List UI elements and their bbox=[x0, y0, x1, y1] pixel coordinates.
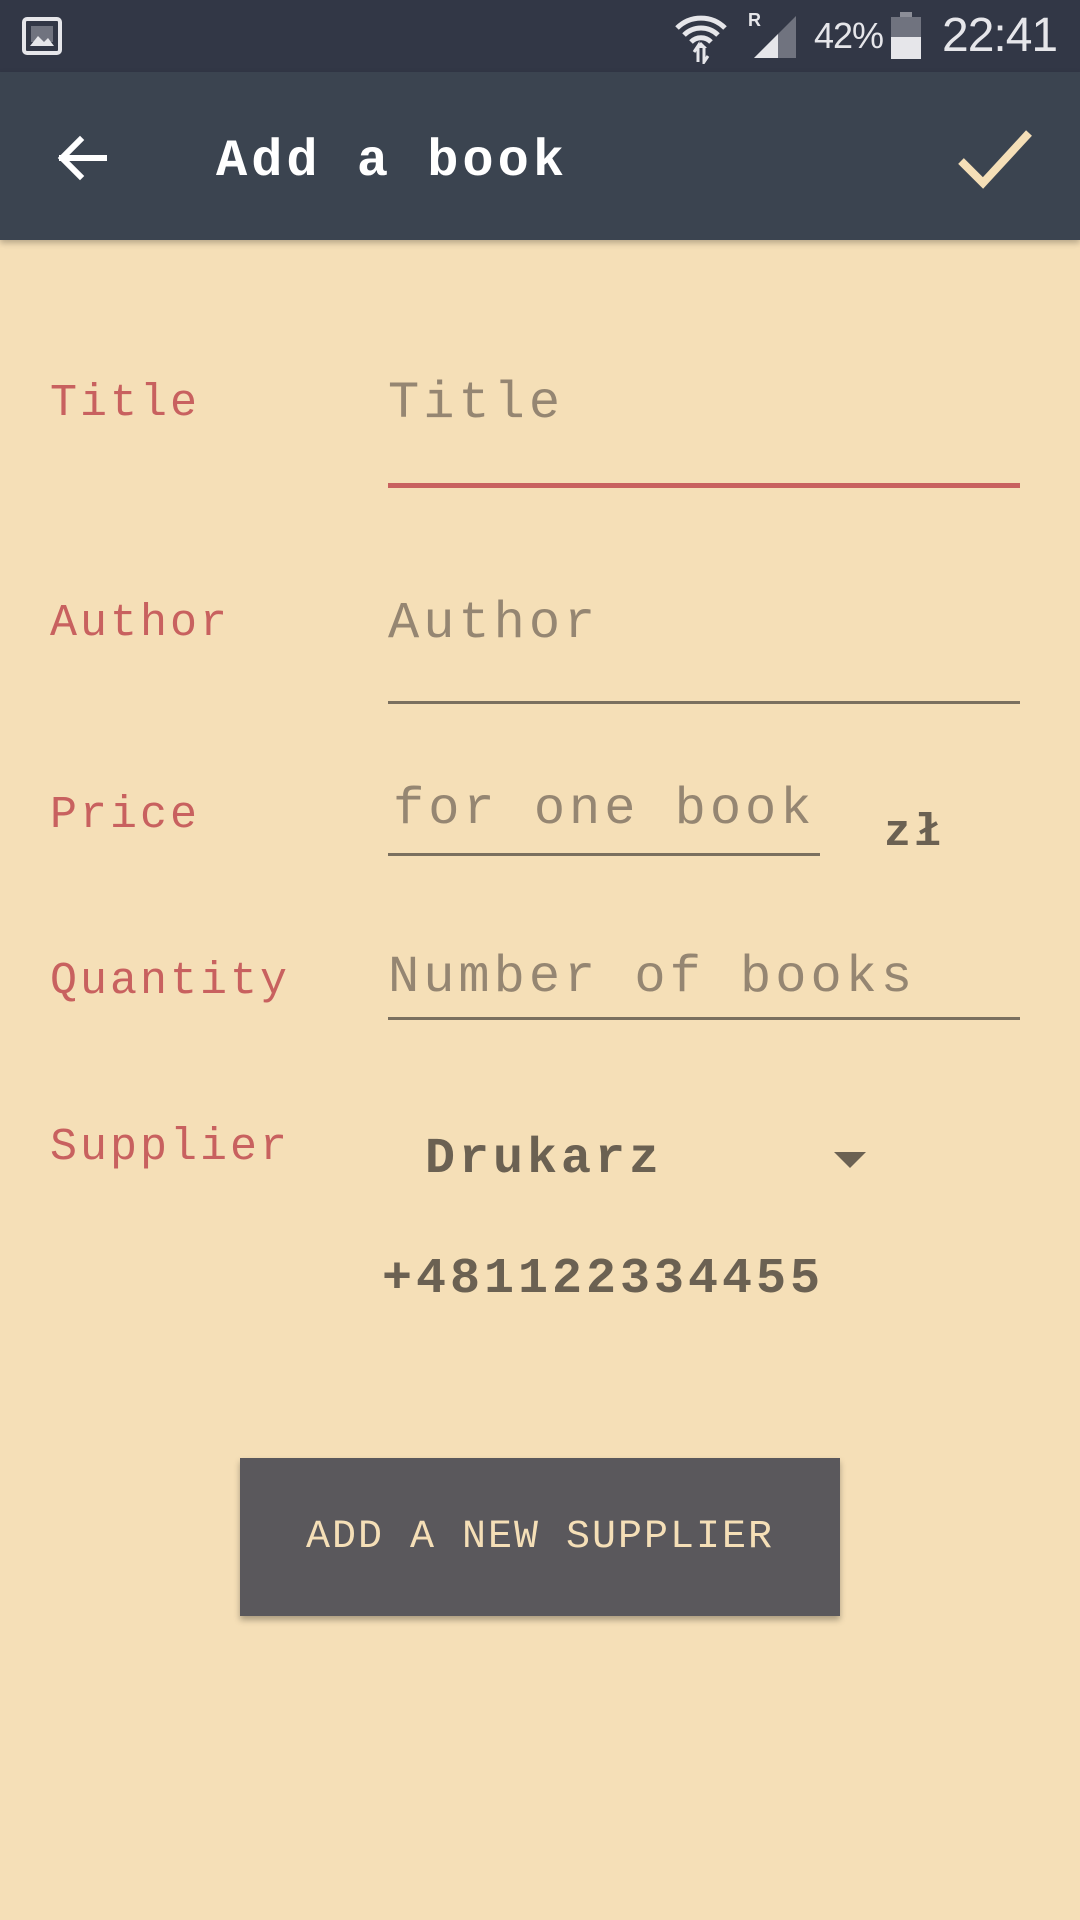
signal-icon: R bbox=[748, 10, 796, 58]
add-supplier-button[interactable]: ADD A NEW SUPPLIER bbox=[240, 1458, 840, 1616]
supplier-selected-value: Drukarz bbox=[425, 1131, 664, 1188]
wifi-icon bbox=[675, 15, 727, 64]
app-bar: Add a book bbox=[0, 72, 1080, 240]
save-button[interactable] bbox=[950, 114, 1040, 204]
dropdown-arrow-icon bbox=[834, 1152, 866, 1168]
supplier-label: Supplier bbox=[50, 1122, 291, 1173]
supplier-phone: +481122334455 bbox=[382, 1251, 825, 1308]
status-bar: R 42% 22:41 bbox=[0, 0, 1080, 72]
price-input[interactable]: for one book bbox=[388, 780, 820, 856]
svg-text:R: R bbox=[748, 10, 761, 30]
price-label: Price bbox=[50, 790, 201, 841]
battery-icon bbox=[891, 12, 921, 59]
author-label: Author bbox=[50, 598, 231, 649]
status-time: 22:41 bbox=[942, 9, 1058, 62]
currency-unit: zł bbox=[884, 808, 945, 859]
title-label: Title bbox=[50, 378, 201, 429]
quantity-input[interactable]: Number of books bbox=[388, 948, 1020, 1020]
page-title: Add a book bbox=[216, 132, 569, 191]
author-input[interactable]: Author bbox=[388, 590, 1020, 704]
quantity-label: Quantity bbox=[50, 956, 291, 1007]
arrow-left-icon bbox=[57, 135, 107, 181]
back-button[interactable] bbox=[42, 118, 122, 198]
title-input[interactable]: Title bbox=[388, 368, 1020, 488]
supplier-spinner[interactable]: Drukarz bbox=[420, 1120, 880, 1196]
check-icon bbox=[958, 130, 1032, 189]
gallery-icon bbox=[22, 17, 62, 55]
battery-percent: 42% bbox=[814, 15, 884, 56]
